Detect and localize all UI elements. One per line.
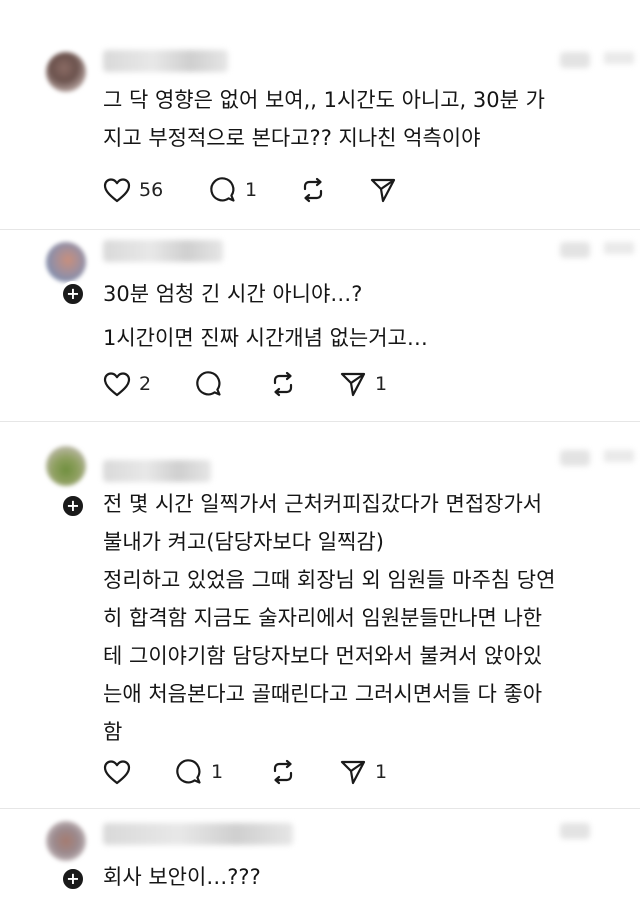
like-button[interactable]: 56 [103, 176, 163, 204]
share-button[interactable]: 1 [339, 758, 387, 786]
post-2: + 30분 엄청 긴 시간 아니야…? 1시간이면 진짜 시간개념 없는거고… … [0, 230, 640, 420]
share-count: 1 [375, 373, 388, 395]
more-menu-icon[interactable] [604, 242, 634, 254]
comment-icon [209, 176, 237, 204]
comment-icon [175, 758, 203, 786]
username[interactable] [103, 823, 293, 845]
repost-icon [269, 370, 297, 398]
repost-icon [269, 758, 297, 786]
post-text-line: 1시간이면 진짜 시간개념 없는거고… [103, 326, 428, 350]
post-text-line: 전 몇 시간 일찍가서 근처커피집갔다가 면접장가서 [103, 492, 543, 516]
action-bar: 1 1 [103, 758, 503, 786]
share-count: 1 [375, 761, 388, 783]
plus-icon[interactable]: + [60, 281, 86, 307]
reply-button[interactable]: 1 [209, 176, 257, 204]
reply-button[interactable] [195, 370, 231, 398]
post-text-line: 정리하고 있었음 그때 회장님 외 임원들 마주침 당연 [103, 568, 556, 592]
like-button[interactable] [103, 758, 139, 786]
share-button[interactable] [369, 176, 405, 204]
post-text-line: 불내가 켜고(담당자보다 일찍감) [103, 530, 384, 554]
reply-count: 1 [245, 179, 258, 201]
like-count: 56 [139, 179, 164, 201]
timestamp [560, 242, 590, 258]
post-text-line: 는애 처음본다고 골때린다고 그러시면서들 다 좋아 [103, 682, 543, 706]
post-text-line: 그 닥 영향은 없어 보여,, 1시간도 아니고, 30분 가 [103, 88, 545, 112]
heart-icon [103, 759, 131, 785]
repost-button[interactable] [269, 370, 305, 398]
repost-button[interactable] [269, 758, 305, 786]
more-menu-icon[interactable] [604, 450, 634, 462]
avatar[interactable] [46, 52, 86, 92]
avatar[interactable] [46, 446, 86, 486]
repost-button[interactable] [299, 176, 335, 204]
timestamp [560, 823, 590, 839]
comment-icon [195, 370, 223, 398]
send-icon [369, 176, 397, 204]
share-button[interactable]: 1 [339, 370, 387, 398]
post-text-line: 회사 보안이…??? [103, 865, 261, 889]
heart-icon [103, 177, 131, 203]
plus-icon[interactable]: + [60, 493, 86, 519]
plus-icon[interactable]: + [60, 866, 86, 892]
reply-count: 1 [211, 761, 224, 783]
post-1: 그 닥 영향은 없어 보여,, 1시간도 아니고, 30분 가 지고 부정적으로… [0, 0, 640, 230]
post-4: + 회사 보안이…??? [0, 809, 640, 907]
post-3: + 전 몇 시간 일찍가서 근처커피집갔다가 면접장가서 불내가 켜고(담당자보… [0, 422, 640, 807]
post-text-line: 지고 부정적으로 본다고?? 지나친 억측이야 [103, 126, 481, 150]
username[interactable] [103, 460, 211, 482]
send-icon [339, 758, 367, 786]
send-icon [339, 370, 367, 398]
action-bar: 56 1 [103, 176, 503, 204]
username[interactable] [103, 50, 228, 72]
reply-button[interactable]: 1 [175, 758, 223, 786]
like-button[interactable]: 2 [103, 370, 151, 398]
post-text-line: 30분 엄청 긴 시간 아니야…? [103, 282, 363, 306]
repost-icon [299, 176, 327, 204]
like-count: 2 [139, 373, 152, 395]
timestamp [560, 52, 590, 68]
post-text-line: 함 [103, 720, 123, 744]
heart-icon [103, 371, 131, 397]
timestamp [560, 450, 590, 466]
avatar[interactable] [46, 821, 86, 861]
action-bar: 2 1 [103, 370, 503, 398]
avatar[interactable] [46, 242, 86, 282]
post-text-line: 히 합격함 지금도 술자리에서 임원분들만나면 나한 [103, 606, 543, 630]
post-text-line: 테 그이야기함 담당자보다 먼저와서 불켜서 앉아있 [103, 644, 543, 668]
more-menu-icon[interactable] [604, 52, 634, 64]
username[interactable] [103, 240, 223, 262]
